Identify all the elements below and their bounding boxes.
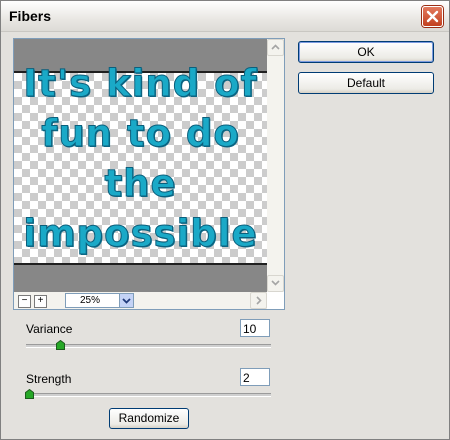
- vertical-scrollbar[interactable]: [267, 39, 284, 292]
- ok-button[interactable]: OK: [298, 41, 434, 63]
- variance-input[interactable]: 10: [240, 319, 270, 337]
- preview-panel: It's kind of fun to do the impossible − …: [13, 38, 285, 310]
- fibers-dialog: Fibers It's kind of fun to do the imposs…: [0, 0, 450, 440]
- default-button[interactable]: Default: [298, 72, 434, 94]
- zoom-value: 25%: [80, 295, 101, 306]
- scroll-right-button[interactable]: [250, 292, 267, 309]
- close-icon: [426, 10, 439, 23]
- preview-text-line: fun to do the: [41, 112, 240, 206]
- strength-slider-thumb[interactable]: [25, 389, 34, 399]
- close-button[interactable]: [422, 6, 443, 27]
- strength-label: Strength: [26, 372, 72, 386]
- zoom-dropdown-button[interactable]: [119, 294, 133, 307]
- preview-text-line: impossible: [23, 212, 258, 256]
- title-bar[interactable]: Fibers: [1, 1, 449, 32]
- preview-text-line: It's kind of: [23, 62, 258, 106]
- scroll-up-button[interactable]: [267, 39, 284, 56]
- zoom-select[interactable]: 25%: [65, 293, 134, 308]
- variance-slider-thumb[interactable]: [56, 340, 65, 350]
- chevron-down-icon: [271, 280, 280, 286]
- chevron-up-icon: [271, 44, 280, 50]
- preview-artwork-text: It's kind of fun to do the impossible: [14, 59, 267, 259]
- randomize-button[interactable]: Randomize: [109, 408, 189, 429]
- horizontal-scrollbar[interactable]: [14, 292, 267, 309]
- chevron-right-icon: [256, 296, 262, 305]
- scroll-down-button[interactable]: [267, 275, 284, 292]
- strength-slider-track[interactable]: [26, 393, 271, 397]
- variance-label: Variance: [26, 322, 73, 336]
- preview-canvas[interactable]: It's kind of fun to do the impossible: [14, 39, 267, 292]
- dialog-title: Fibers: [9, 8, 52, 24]
- zoom-out-button[interactable]: −: [18, 295, 31, 308]
- strength-input[interactable]: 2: [240, 368, 270, 386]
- zoom-in-button[interactable]: +: [34, 295, 47, 308]
- chevron-down-icon: [122, 298, 131, 304]
